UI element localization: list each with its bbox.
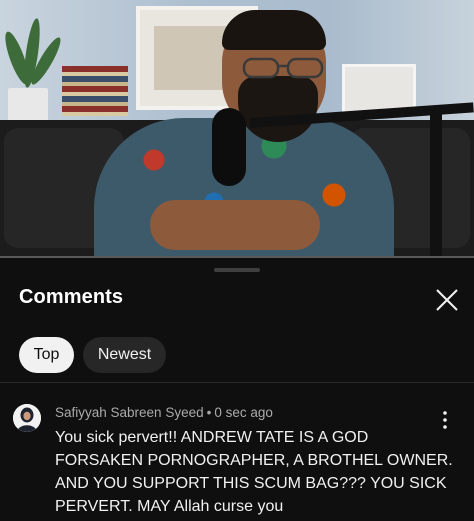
sort-chip-top[interactable]: Top	[19, 337, 74, 373]
comment-line: AND YOU SUPPORT THIS SCUM BAG??? YOU SIC…	[55, 475, 447, 492]
comment-line: FORSAKEN PORNOGRAPHER, A BROTHEL OWNER.	[55, 452, 453, 469]
comment-meta: Safiyyah Sabreen Syeed • 0 sec ago	[55, 405, 273, 420]
comment-menu-button[interactable]	[435, 408, 455, 432]
divider	[0, 382, 474, 383]
comment-line: PERVERT. MAY Allah curse you	[55, 498, 284, 515]
comment-author[interactable]: Safiyyah Sabreen Syeed	[55, 405, 204, 420]
sort-chip-newest[interactable]: Newest	[83, 337, 166, 373]
bookshelf	[62, 66, 128, 116]
comment-body: You sick pervert!! ANDREW TATE IS A GOD …	[55, 426, 455, 518]
meta-separator: •	[206, 405, 212, 420]
comment-line: You sick pervert!! ANDREW TATE IS A GOD	[55, 429, 369, 446]
user-avatar-icon	[13, 404, 41, 432]
close-icon	[436, 289, 458, 311]
glasses-icon	[242, 57, 324, 79]
mic-stand	[430, 110, 442, 258]
speaker-hands	[150, 200, 320, 250]
drag-handle[interactable]	[214, 268, 260, 272]
microphone	[212, 108, 246, 186]
comment-timestamp: 0 sec ago	[214, 405, 273, 420]
panel-title: Comments	[19, 286, 124, 308]
video-player[interactable]	[0, 0, 474, 258]
more-vertical-icon	[443, 411, 447, 429]
close-button[interactable]	[430, 284, 464, 316]
plant-pot	[8, 88, 48, 124]
avatar[interactable]	[13, 404, 41, 432]
